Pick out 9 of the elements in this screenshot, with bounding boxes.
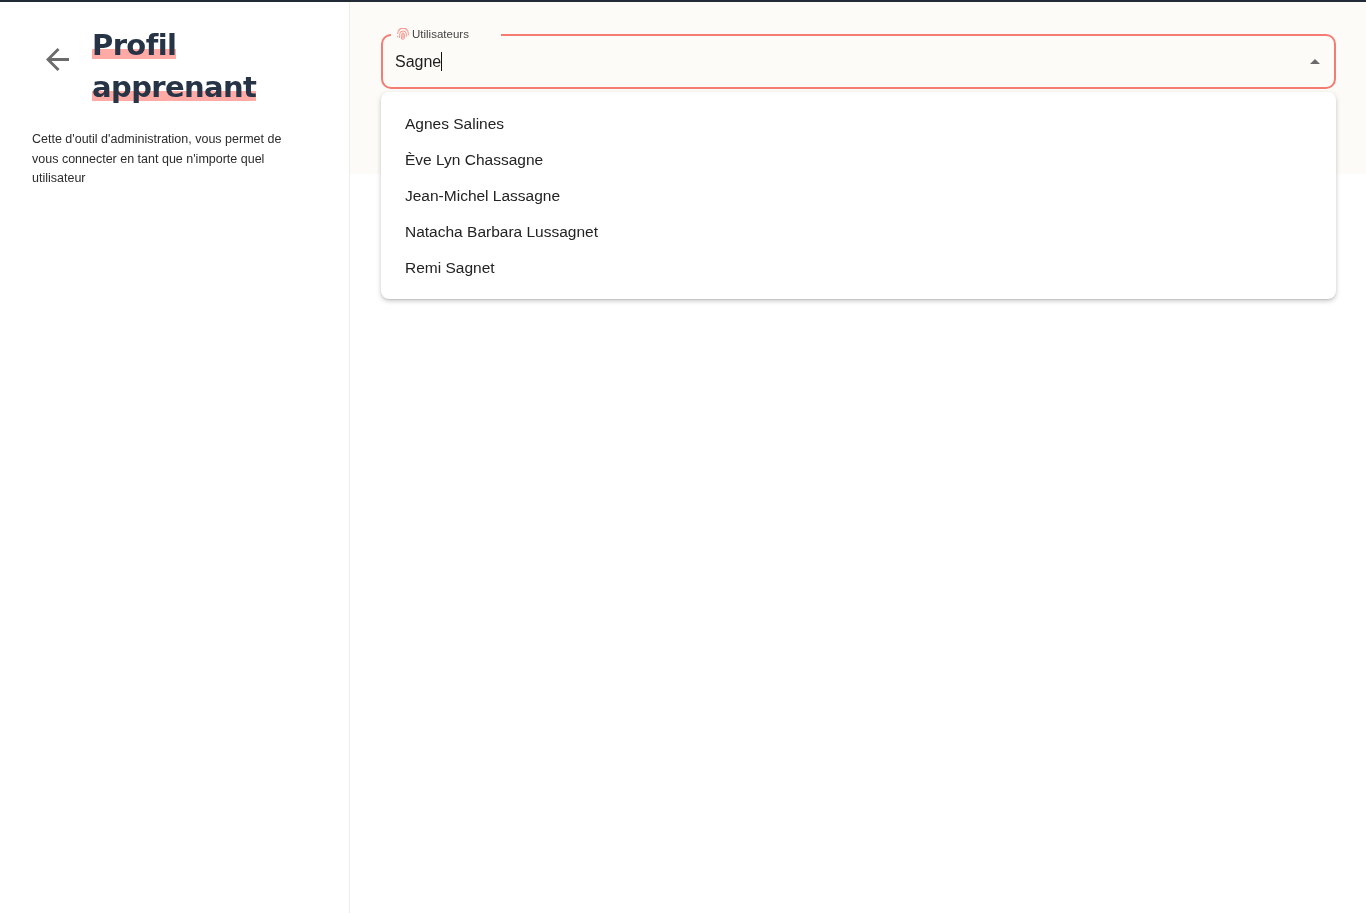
back-arrow-icon[interactable]	[46, 48, 69, 71]
fingerprint-icon	[397, 28, 409, 40]
option-item[interactable]: Agnes Salines	[381, 106, 1336, 142]
option-item[interactable]: Natacha Barbara Lussagnet	[381, 214, 1336, 250]
dropdown-arrow-icon[interactable]	[1310, 59, 1320, 64]
description-text: Cette d'outil d'administration, vous permet de vous connecter en tant que n'importe quel utilisateur	[32, 131, 283, 187]
option-item[interactable]: Jean-Michel Lassagne	[381, 178, 1336, 214]
option-item[interactable]: Ève Lyn Chassagne	[381, 142, 1336, 178]
option-item[interactable]: Remi Sagnet	[381, 250, 1336, 286]
